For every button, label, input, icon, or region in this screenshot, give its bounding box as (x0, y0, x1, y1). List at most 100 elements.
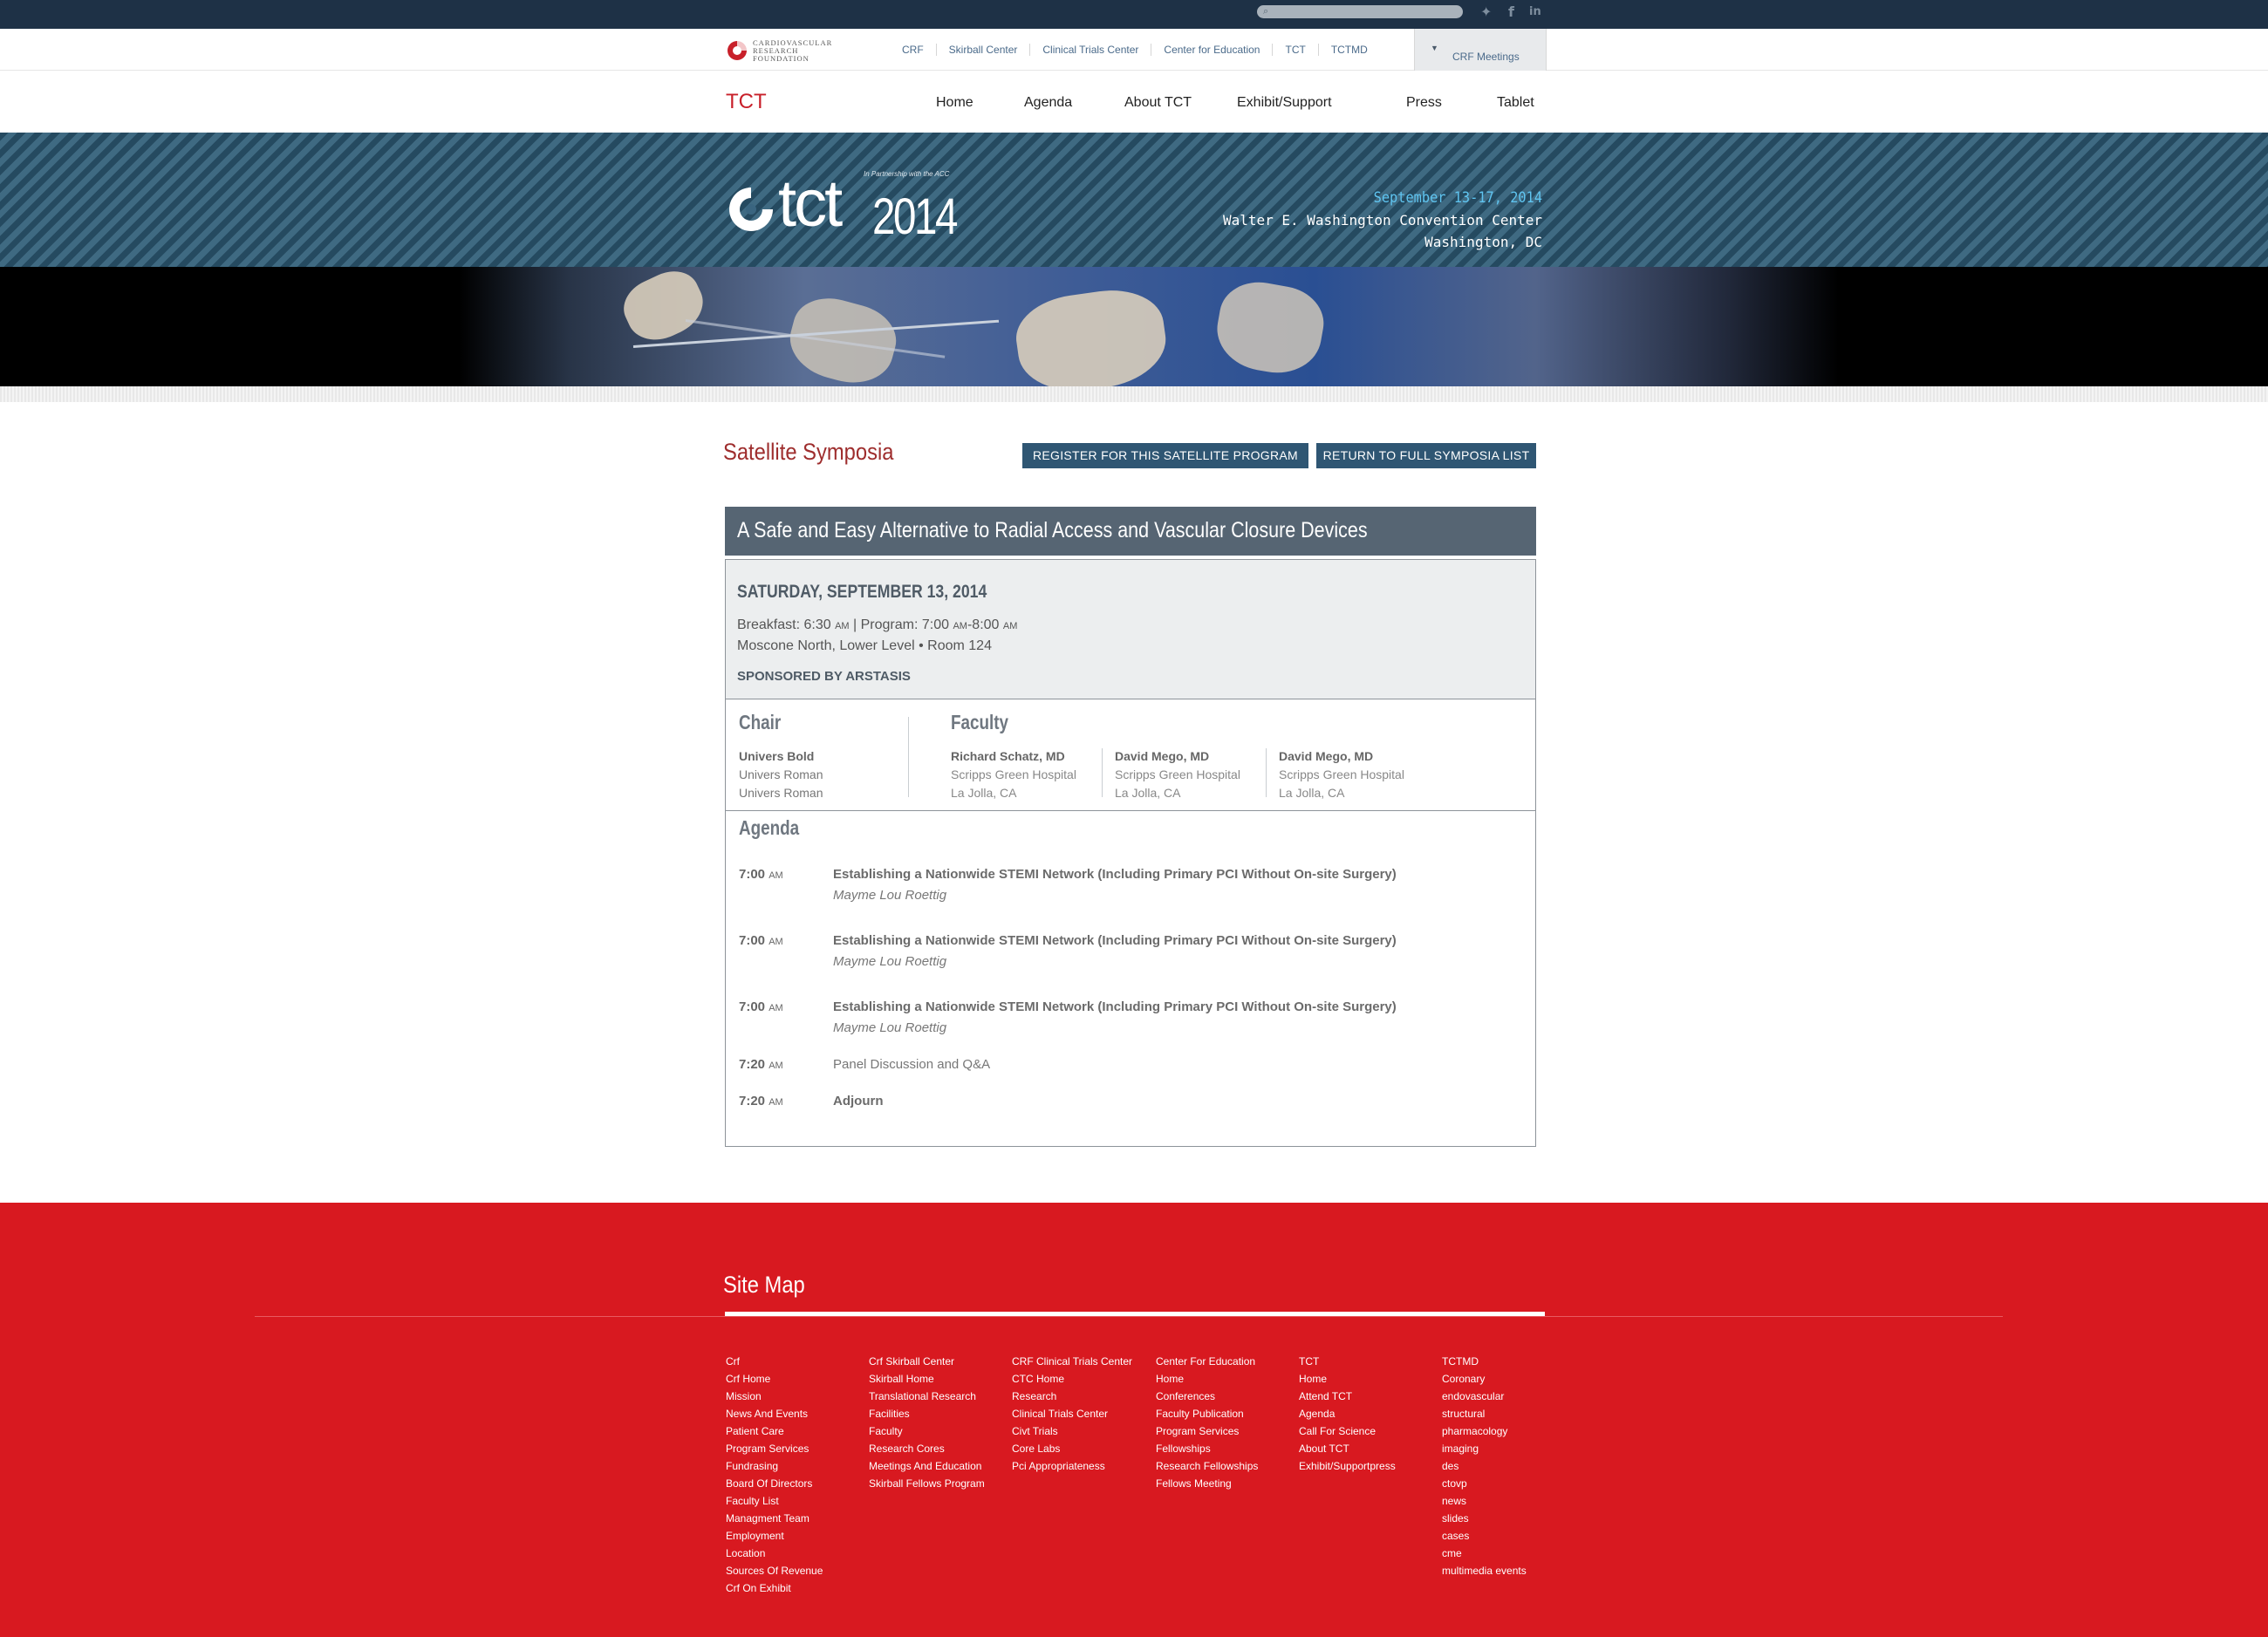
brand-title[interactable]: TCT (726, 90, 767, 114)
site-map-column: Crf Crf Home Mission News And Events Patient… (726, 1353, 823, 1597)
site-map-link[interactable]: Crf Skirball Center (869, 1353, 985, 1370)
site-map-title: Site Map (723, 1272, 805, 1298)
register-button[interactable]: REGISTER FOR THIS SATELLITE PROGRAM (1022, 443, 1308, 468)
crf-logo-mark-icon (728, 41, 747, 60)
event-info: September 13-17, 2014 Walter E. Washingt… (1223, 187, 1542, 253)
site-map-link[interactable]: CRF Clinical Trials Center (1012, 1353, 1132, 1370)
site-map-link[interactable]: Faculty Publication (1156, 1405, 1258, 1422)
site-map-link[interactable]: Crf Home (726, 1370, 823, 1388)
site-map-link[interactable]: Sources Of Revenue (726, 1562, 823, 1579)
site-map-link[interactable]: Research Cores (869, 1440, 985, 1457)
linkedin-icon[interactable]: in (1529, 5, 1541, 18)
site-map-link[interactable]: About TCT (1299, 1440, 1396, 1457)
site-map-link[interactable]: Crf On Exhibit (726, 1579, 823, 1597)
utility-bar: ⌕ ✦ f in (0, 0, 2268, 29)
site-map-link[interactable]: pharmacology (1442, 1422, 1527, 1440)
site-map-link[interactable]: des (1442, 1457, 1527, 1475)
site-search-input[interactable]: ⌕ (1257, 5, 1463, 18)
site-map-link[interactable]: Agenda (1299, 1405, 1396, 1422)
nav-tablet[interactable]: Tablet (1497, 95, 1534, 111)
site-map-link[interactable]: Civt Trials (1012, 1422, 1132, 1440)
site-map-link[interactable]: Home (1299, 1370, 1396, 1388)
site-map-link[interactable]: Program Services (1156, 1422, 1258, 1440)
faculty-name: David Mego, MD (1279, 749, 1374, 763)
agenda-speaker: Mayme Lou Roettig (833, 888, 947, 903)
site-map-link[interactable]: Faculty List (726, 1492, 823, 1510)
site-map-column: Center For Education Home Conferences Facul… (1156, 1353, 1258, 1492)
program-title-bar: A Safe and Easy Alternative to Radial Ac… (725, 507, 1536, 556)
event-city: Washington, DC (1424, 234, 1542, 250)
crf-logo-text: CARDIOVASCULAR RESEARCH FOUNDATION (753, 38, 833, 63)
site-map-link[interactable]: Fellows Meeting (1156, 1475, 1258, 1492)
nav-agenda[interactable]: Agenda (1024, 95, 1072, 111)
site-map-link[interactable]: Coronary (1442, 1370, 1527, 1388)
site-map-link[interactable]: Core Labs (1012, 1440, 1132, 1457)
divider-pattern (0, 386, 2268, 402)
org-link-crf[interactable]: CRF (890, 44, 937, 56)
site-map-column: TCTMD Coronary endovascular structural pharm… (1442, 1353, 1527, 1579)
site-map-link[interactable]: Facilities (869, 1405, 985, 1422)
crf-logo[interactable]: CARDIOVASCULAR RESEARCH FOUNDATION (724, 38, 846, 65)
site-map-link[interactable]: Call For Science (1299, 1422, 1396, 1440)
org-bar: CARDIOVASCULAR RESEARCH FOUNDATION CRF S… (0, 29, 2268, 71)
org-link-tctmd[interactable]: TCTMD (1319, 44, 1380, 56)
site-map-link[interactable]: Translational Research (869, 1388, 985, 1405)
org-link-tct[interactable]: TCT (1273, 44, 1319, 56)
site-map-link[interactable]: Attend TCT (1299, 1388, 1396, 1405)
site-map-link[interactable]: Meetings And Education (869, 1457, 985, 1475)
site-map-link[interactable]: Research Fellowships (1156, 1457, 1258, 1475)
site-map-link[interactable]: Mission (726, 1388, 823, 1405)
site-map-link[interactable]: slides (1442, 1510, 1527, 1527)
site-map-link[interactable]: Clinical Trials Center (1012, 1405, 1132, 1422)
site-map-link[interactable]: news (1442, 1492, 1527, 1510)
org-link-skirball[interactable]: Skirball Center (937, 44, 1031, 56)
crf-meetings-dropdown[interactable]: ▼ CRF Meetings (1414, 29, 1547, 71)
site-map-link[interactable]: multimedia events (1442, 1562, 1527, 1579)
site-map-column: Crf Skirball Center Skirball Home Translat… (869, 1353, 985, 1492)
site-map-link[interactable]: Employment (726, 1527, 823, 1545)
faculty-location: La Jolla, CA (1279, 786, 1345, 800)
site-map-link[interactable]: Exhibit/Supportpress (1299, 1457, 1396, 1475)
site-map-link[interactable]: endovascular (1442, 1388, 1527, 1405)
site-map-link[interactable]: cme (1442, 1545, 1527, 1562)
nav-exhibit-support[interactable]: Exhibit/Support (1237, 95, 1332, 111)
agenda-time: 7:00 AM (739, 999, 783, 1014)
twitter-icon[interactable]: ✦ (1480, 3, 1492, 20)
site-map-link[interactable]: Crf (726, 1353, 823, 1370)
nav-press[interactable]: Press (1406, 95, 1442, 111)
nav-home[interactable]: Home (936, 95, 973, 111)
agenda-time: 7:20 AM (739, 1057, 783, 1072)
site-map-link[interactable]: Program Services (726, 1440, 823, 1457)
site-map-link[interactable]: imaging (1442, 1440, 1527, 1457)
org-link-clinical-trials[interactable]: Clinical Trials Center (1030, 44, 1152, 56)
site-map-link[interactable]: Managment Team (726, 1510, 823, 1527)
site-map-link[interactable]: ctovp (1442, 1475, 1527, 1492)
site-map-link[interactable]: Patient Care (726, 1422, 823, 1440)
site-map-link[interactable]: cases (1442, 1527, 1527, 1545)
site-map-link[interactable]: Pci Appropriateness (1012, 1457, 1132, 1475)
nav-about-tct[interactable]: About TCT (1124, 95, 1192, 111)
divider (1266, 748, 1267, 797)
site-map-link[interactable]: Board Of Directors (726, 1475, 823, 1492)
site-map-link[interactable]: Home (1156, 1370, 1258, 1388)
site-map-link[interactable]: TCTMD (1442, 1353, 1527, 1370)
org-link-education[interactable]: Center for Education (1151, 44, 1274, 56)
facebook-icon[interactable]: f (1508, 3, 1514, 20)
site-map-link[interactable]: Fundrasing (726, 1457, 823, 1475)
site-map-link[interactable]: TCT (1299, 1353, 1396, 1370)
site-map-link[interactable]: Faculty (869, 1422, 985, 1440)
site-map-link[interactable]: structural (1442, 1405, 1527, 1422)
faculty-heading: Faculty (951, 711, 1009, 733)
return-button[interactable]: RETURN TO FULL SYMPOSIA LIST (1316, 443, 1536, 468)
site-map-link[interactable]: Conferences (1156, 1388, 1258, 1405)
site-map-link[interactable]: Center For Education (1156, 1353, 1258, 1370)
site-map-link[interactable]: News And Events (726, 1405, 823, 1422)
site-map-link[interactable]: Fellowships (1156, 1440, 1258, 1457)
site-map-link[interactable]: Research (1012, 1388, 1132, 1405)
site-map-link[interactable]: Skirball Home (869, 1370, 985, 1388)
agenda-title: Establishing a Nationwide STEMI Network … (833, 867, 1397, 882)
site-map-link[interactable]: Skirball Fellows Program (869, 1475, 985, 1492)
site-map-link[interactable]: Location (726, 1545, 823, 1562)
partner-note: In Partnership with the ACC (864, 170, 950, 178)
site-map-link[interactable]: CTC Home (1012, 1370, 1132, 1388)
